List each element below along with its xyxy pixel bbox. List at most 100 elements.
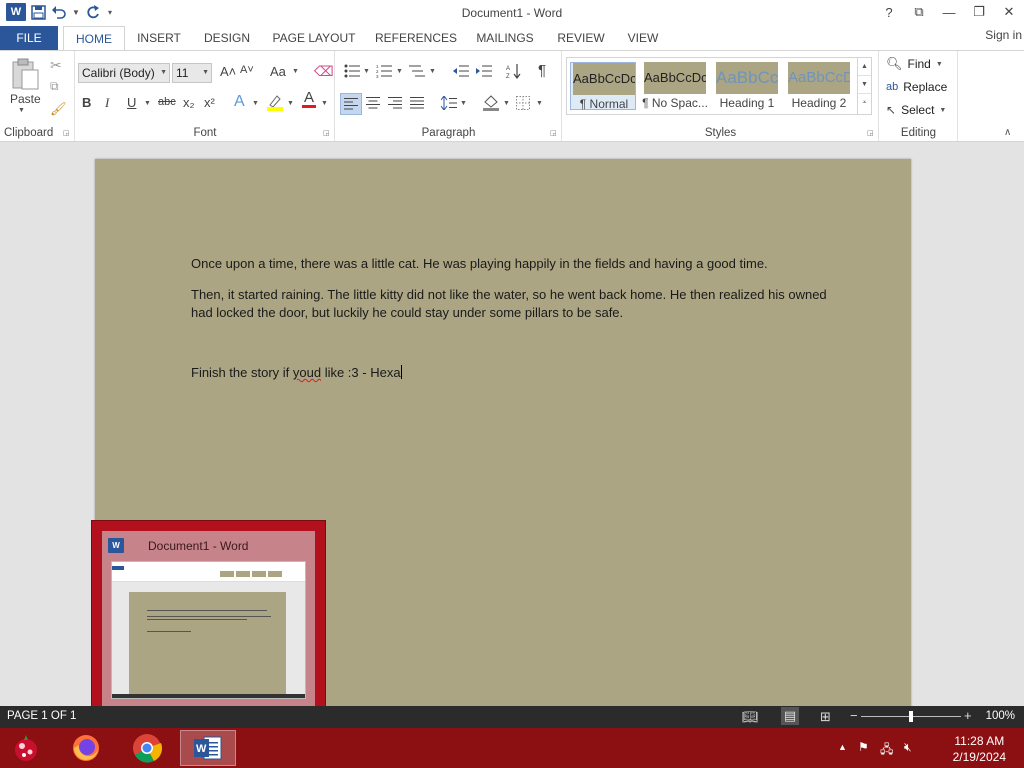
close-icon[interactable]: ✕	[994, 0, 1024, 24]
decrease-indent-icon[interactable]	[453, 64, 469, 78]
gallery-up-icon[interactable]: ▲	[858, 58, 871, 76]
ribbon-display-options-icon[interactable]: ⧉	[904, 0, 934, 24]
superscript-icon[interactable]: x²	[204, 95, 215, 110]
sort-icon[interactable]: AZ	[506, 63, 522, 79]
highlight-color-icon[interactable]	[266, 93, 284, 111]
font-size-combo[interactable]: 11 ▼	[172, 63, 212, 83]
align-left-icon[interactable]	[340, 93, 362, 115]
numbering-icon[interactable]: 123	[376, 64, 392, 78]
show-hidden-icons-icon[interactable]: ▲	[838, 742, 847, 752]
styles-launcher-icon[interactable]: ◲	[867, 130, 875, 138]
text-effects-dropdown-icon[interactable]: ▼	[252, 100, 259, 107]
print-layout-icon[interactable]: ▤	[781, 707, 799, 725]
numbering-dropdown-icon[interactable]: ▼	[396, 68, 403, 75]
shrink-font-icon[interactable]: A˅	[240, 64, 254, 76]
style-normal[interactable]: AaBbCcDc ¶ Normal	[570, 62, 636, 111]
style-heading-2[interactable]: AaBbCcD Heading 2	[786, 62, 852, 110]
page-count[interactable]: PAGE 1 OF 1	[7, 710, 76, 722]
gallery-more-icon[interactable]: ⩡	[858, 94, 871, 112]
select-dropdown-icon[interactable]: ▼	[939, 107, 946, 114]
web-layout-icon[interactable]: ⊞	[820, 709, 831, 725]
tab-insert[interactable]: INSERT	[132, 26, 186, 50]
font-size-dropdown-icon[interactable]: ▼	[202, 64, 209, 82]
tab-page-layout[interactable]: PAGE LAYOUT	[268, 26, 360, 50]
grow-font-icon[interactable]: A˄	[220, 64, 236, 79]
zoom-slider-thumb[interactable]	[909, 711, 913, 722]
style-heading-1[interactable]: AaBbCc Heading 1	[714, 62, 780, 110]
text-effects-icon[interactable]: A	[234, 93, 245, 111]
zoom-out-icon[interactable]: −	[850, 708, 858, 723]
borders-icon[interactable]	[516, 96, 530, 110]
font-launcher-icon[interactable]: ◲	[323, 130, 331, 138]
bullets-icon[interactable]	[344, 64, 360, 78]
font-name-dropdown-icon[interactable]: ▼	[160, 64, 167, 82]
read-mode-icon[interactable]: 📖︎	[742, 709, 759, 725]
tab-review[interactable]: REVIEW	[552, 26, 610, 50]
firefox-icon[interactable]	[58, 730, 114, 766]
line-spacing-icon[interactable]	[441, 96, 457, 110]
replace-button[interactable]: ab Replace	[886, 80, 947, 94]
tab-design[interactable]: DESIGN	[199, 26, 255, 50]
highlight-dropdown-icon[interactable]: ▼	[287, 100, 294, 107]
justify-icon[interactable]	[410, 97, 424, 109]
preview-thumbnail[interactable]	[111, 561, 306, 699]
document-paragraph[interactable]: Once upon a time, there was a little cat…	[191, 255, 831, 273]
change-case-dropdown-icon[interactable]: ▼	[292, 68, 299, 75]
paragraph-launcher-icon[interactable]: ◲	[550, 130, 558, 138]
tab-view[interactable]: VIEW	[620, 26, 666, 50]
action-center-flag-icon[interactable]: ⚑	[858, 740, 869, 754]
tab-file[interactable]: FILE	[0, 26, 58, 50]
font-color-dropdown-icon[interactable]: ▼	[321, 100, 328, 107]
show-formatting-marks-icon[interactable]: ¶	[538, 62, 546, 79]
tab-home[interactable]: HOME	[63, 26, 125, 51]
find-dropdown-icon[interactable]: ▼	[936, 61, 943, 68]
style-no-spacing[interactable]: AaBbCcDc ¶ No Spac...	[642, 62, 708, 110]
paste-button-label[interactable]: Paste	[10, 92, 41, 106]
font-color-icon[interactable]: A	[302, 90, 316, 108]
shading-dropdown-icon[interactable]: ▼	[503, 100, 510, 107]
find-button[interactable]: 🔍︎ Find ▼	[886, 56, 943, 72]
align-right-icon[interactable]	[388, 97, 402, 109]
strikethrough-icon[interactable]: abc	[158, 96, 176, 108]
tab-references[interactable]: REFERENCES	[373, 26, 459, 50]
misspelled-word[interactable]: youd	[293, 365, 321, 380]
bold-icon[interactable]: B	[82, 95, 91, 110]
start-orb-icon[interactable]	[0, 730, 52, 766]
network-icon[interactable]: 🖧︎	[880, 740, 893, 761]
change-case-icon[interactable]: Aa	[270, 64, 286, 79]
restore-icon[interactable]: ❐	[964, 0, 994, 24]
collapse-ribbon-icon[interactable]: ∧	[1004, 127, 1011, 138]
paste-icon[interactable]	[8, 57, 42, 91]
increase-indent-icon[interactable]	[476, 64, 492, 78]
clipboard-launcher-icon[interactable]: ◲	[63, 130, 71, 138]
gallery-down-icon[interactable]: ▼	[858, 76, 871, 94]
multilevel-dropdown-icon[interactable]: ▼	[429, 68, 436, 75]
help-icon[interactable]: ?	[874, 0, 904, 24]
document-paragraph-last[interactable]: Finish the story if youd like :3 - Hexa	[191, 364, 831, 382]
shading-icon[interactable]	[482, 95, 500, 111]
clear-formatting-icon[interactable]: ⌫	[314, 63, 334, 80]
zoom-in-icon[interactable]: +	[964, 708, 972, 723]
cut-icon[interactable]: ✂	[50, 57, 62, 74]
align-center-icon[interactable]	[366, 97, 380, 109]
taskbar-thumbnail-preview[interactable]: W Document1 - Word	[91, 520, 326, 719]
paste-dropdown-icon[interactable]: ▼	[18, 107, 25, 114]
system-clock[interactable]: 11:28 AM 2/19/2024	[953, 733, 1006, 765]
italic-icon[interactable]: I	[105, 95, 109, 111]
tab-mailings[interactable]: MAILINGS	[470, 26, 540, 50]
borders-dropdown-icon[interactable]: ▼	[536, 100, 543, 107]
subscript-icon[interactable]: x₂	[183, 95, 195, 110]
bullets-dropdown-icon[interactable]: ▼	[363, 68, 370, 75]
zoom-level[interactable]: 100%	[986, 710, 1015, 722]
copy-icon[interactable]: ⧉	[50, 79, 59, 94]
chrome-icon[interactable]	[119, 730, 175, 766]
underline-dropdown-icon[interactable]: ▼	[144, 100, 151, 107]
select-button[interactable]: ↖ Select ▼	[886, 103, 946, 117]
line-spacing-dropdown-icon[interactable]: ▼	[460, 100, 467, 107]
multilevel-list-icon[interactable]	[409, 64, 425, 78]
sign-in-link[interactable]: Sign in	[985, 28, 1022, 42]
volume-muted-icon[interactable]: 🔇︎	[904, 740, 912, 755]
document-paragraph[interactable]: Then, it started raining. The little kit…	[191, 286, 831, 322]
font-name-combo[interactable]: Calibri (Body) ▼	[78, 63, 170, 83]
underline-icon[interactable]: U	[127, 95, 136, 110]
